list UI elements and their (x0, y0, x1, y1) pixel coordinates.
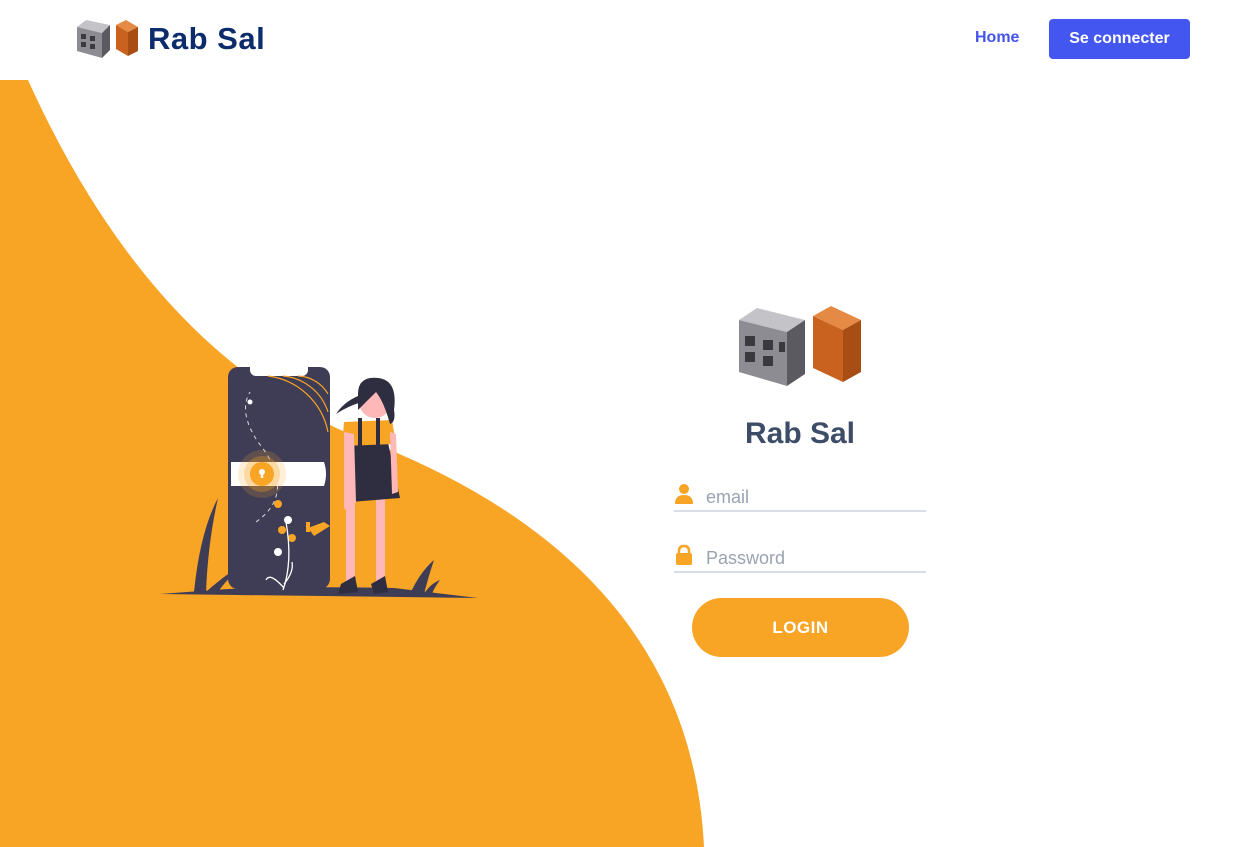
login-submit-button[interactable]: LOGIN (692, 598, 909, 657)
brand-logo-icon (739, 306, 861, 386)
password-input[interactable] (706, 545, 924, 571)
login-title: Rab Sal (744, 417, 856, 450)
brand-logo-icon (77, 20, 138, 58)
login-illustration (160, 362, 478, 598)
nav-login-button[interactable]: Se connecter (1049, 19, 1190, 59)
navbar: Rab Sal Home Se connecter (0, 0, 1246, 80)
lock-icon (676, 544, 692, 565)
brand-home-link[interactable]: Rab Sal (74, 18, 265, 60)
user-icon (675, 484, 693, 504)
email-input[interactable] (706, 484, 924, 510)
brand-name: Rab Sal (148, 21, 266, 56)
login-form: Rab Sal LOGIN (664, 300, 936, 657)
email-field (674, 482, 926, 512)
nav-home-link[interactable]: Home (975, 29, 1019, 47)
password-field (674, 543, 926, 573)
